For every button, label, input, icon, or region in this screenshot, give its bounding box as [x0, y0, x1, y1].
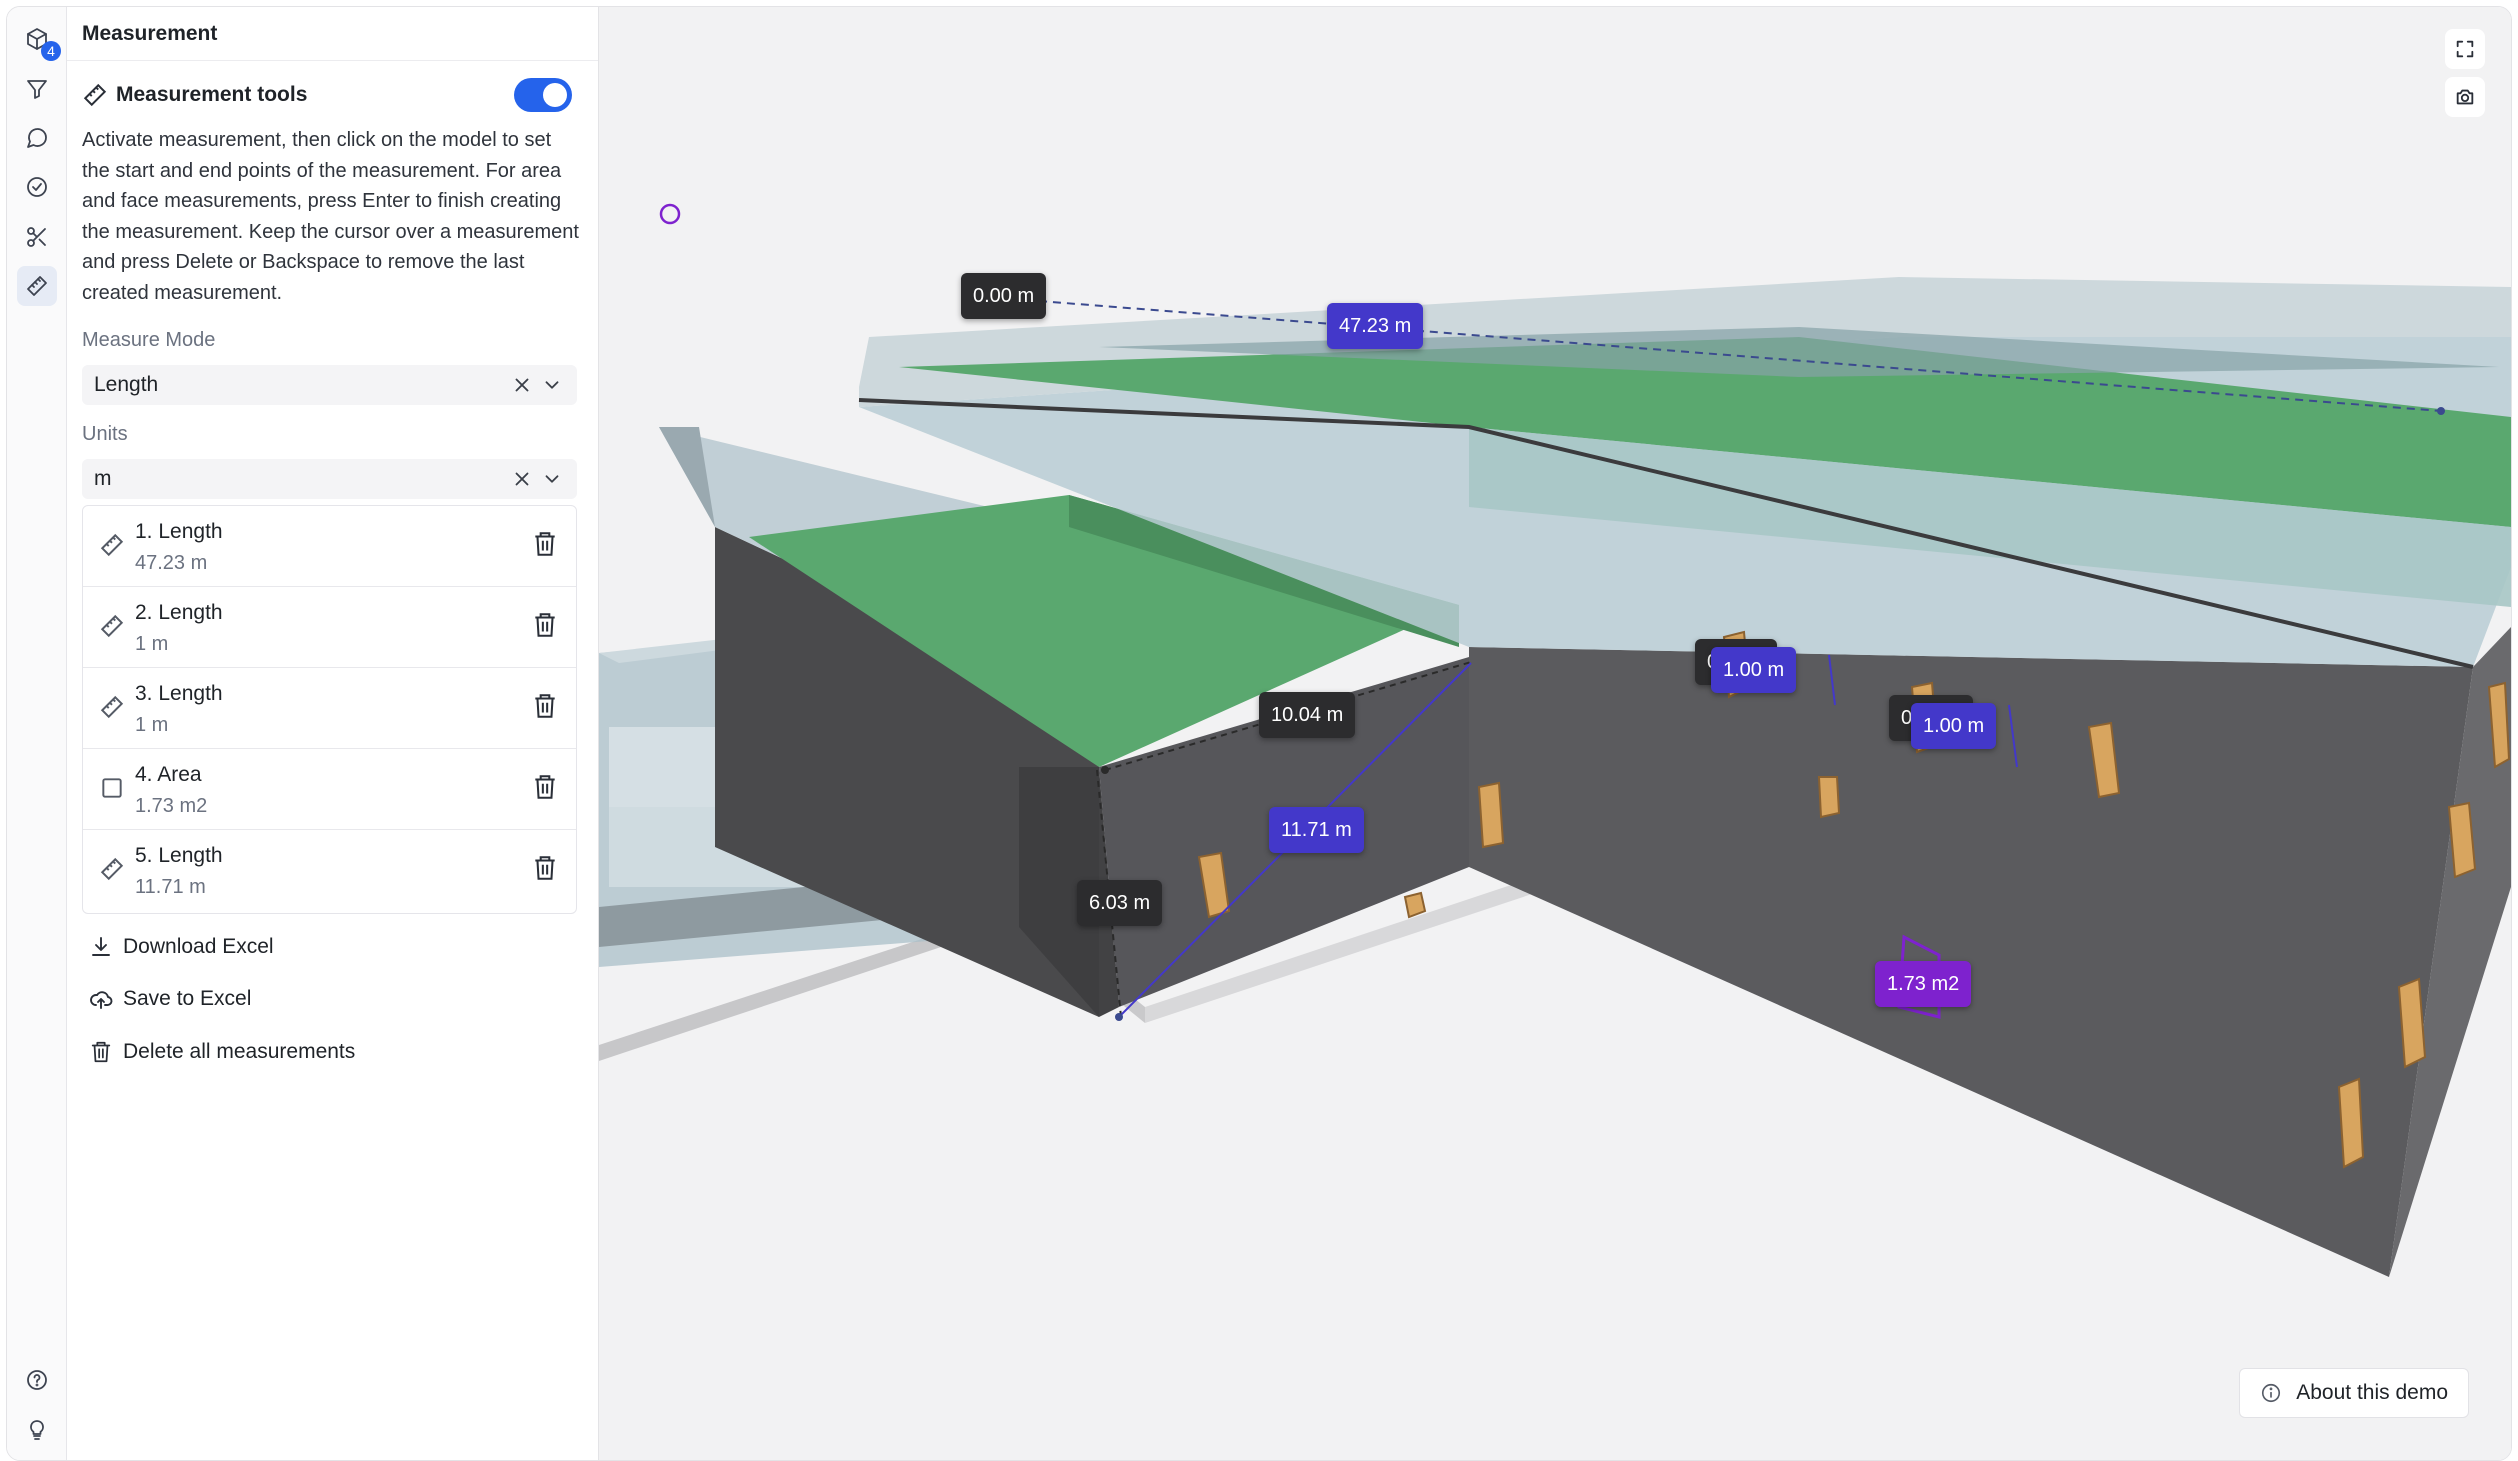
measure-mode-value: Length	[94, 373, 159, 396]
measurement-label-length-1[interactable]: 47.23 m	[1327, 303, 1424, 349]
measure-mode-label: Measure Mode	[82, 329, 216, 351]
download-icon	[92, 937, 110, 956]
chevron-down-icon[interactable]	[541, 374, 563, 396]
ruler-icon	[99, 532, 125, 558]
measurement-panel: Measurement Measurement tools Activate m…	[67, 7, 599, 1460]
units-label: Units	[82, 423, 128, 445]
measurement-name: 3. Length	[135, 682, 223, 705]
units-value: m	[94, 467, 112, 490]
help-button[interactable]	[17, 1360, 57, 1400]
chevron-down-icon[interactable]	[541, 468, 563, 490]
measurement-item-5[interactable]: 5. Length 11.71 m	[83, 830, 576, 910]
download-excel-button[interactable]: Download Excel	[89, 929, 274, 965]
measurement-label-length-3[interactable]: 1.00 m	[1911, 703, 1997, 749]
measurement-item-3[interactable]: 3. Length 1 m	[83, 668, 576, 749]
issues-button[interactable]	[17, 167, 57, 207]
instructions-text: Activate measurement, then click on the …	[82, 129, 579, 304]
info-icon	[2262, 1383, 2281, 1403]
measurement-item-2[interactable]: 2. Length 1 m	[83, 587, 576, 668]
measurement-value: 1 m	[135, 633, 169, 655]
measurement-value: 1 m	[135, 714, 169, 736]
measurement-label-area-4[interactable]: 1.73 m2	[1875, 961, 1972, 1007]
delete-all-button[interactable]: Delete all measurements	[89, 1034, 355, 1070]
model-viewport[interactable]: 0.00 m 47.23 m 10.04 m 11.71 m 6.03 m 0 …	[599, 7, 2511, 1460]
help-icon	[27, 1370, 47, 1390]
lightbulb-icon	[30, 1420, 44, 1440]
scissors-icon	[27, 227, 46, 247]
measurement-name: 4. Area	[135, 763, 202, 786]
measurement-value: 1.73 m2	[135, 795, 208, 817]
tips-button[interactable]	[17, 1410, 57, 1450]
trash-icon[interactable]	[532, 854, 558, 882]
measurement-value: 11.71 m	[135, 876, 206, 898]
fullscreen-icon	[2456, 40, 2474, 58]
ruler-icon	[99, 856, 125, 882]
download-excel-label: Download Excel	[123, 935, 274, 958]
trash-icon[interactable]	[532, 611, 558, 639]
save-to-excel-button[interactable]: Save to Excel	[89, 981, 251, 1017]
measurement-tools-toggle[interactable]	[514, 78, 572, 112]
measurement-label-start[interactable]: 0.00 m	[961, 273, 1047, 319]
measurement-value: 47.23 m	[135, 552, 208, 574]
measure-mode-select[interactable]: Length	[82, 365, 577, 405]
trash-icon	[91, 1041, 111, 1063]
models-button[interactable]: 4	[17, 19, 61, 61]
icon-rail: 4	[7, 7, 67, 1460]
square-icon	[99, 775, 125, 801]
save-to-excel-label: Save to Excel	[123, 987, 252, 1010]
measurement-list: 1. Length 47.23 m 2. Length 1 m 3. Lengt…	[82, 505, 577, 914]
units-select[interactable]: m	[82, 459, 577, 499]
app-window: 4 Measurement Measurement tools Activate…	[6, 6, 2512, 1461]
trash-icon[interactable]	[532, 692, 558, 720]
trash-icon[interactable]	[532, 773, 558, 801]
delete-all-label: Delete all measurements	[123, 1040, 356, 1063]
panel-title: Measurement	[67, 7, 598, 61]
section-button[interactable]	[17, 217, 57, 257]
ruler-icon	[83, 83, 107, 107]
camera-icon	[2456, 89, 2474, 105]
clear-icon[interactable]	[511, 468, 533, 490]
toggle-knob	[543, 83, 567, 107]
clear-icon[interactable]	[511, 374, 533, 396]
cloud-upload-icon	[90, 991, 113, 1009]
fullscreen-button[interactable]	[2445, 29, 2485, 69]
measurement-name: 1. Length	[135, 520, 223, 543]
building-model[interactable]	[599, 7, 2511, 1460]
measurement-label-length-2[interactable]: 1.00 m	[1711, 647, 1797, 693]
measurement-tools-row: Measurement tools	[82, 75, 582, 115]
measurement-label-height[interactable]: 6.03 m	[1077, 880, 1163, 926]
measurement-item-1[interactable]: 1. Length 47.23 m	[83, 506, 576, 587]
measurement-item-4[interactable]: 4. Area 1.73 m2	[83, 749, 576, 830]
measurement-label-length-5[interactable]: 11.71 m	[1269, 807, 1364, 853]
about-demo-button[interactable]: About this demo	[2239, 1368, 2469, 1418]
ruler-icon	[99, 694, 125, 720]
measurement-tools-label: Measurement tools	[116, 83, 308, 106]
about-demo-label: About this demo	[2296, 1381, 2448, 1404]
trash-icon[interactable]	[532, 530, 558, 558]
measurement-button[interactable]	[17, 266, 57, 306]
filter-button[interactable]	[17, 69, 57, 109]
measurement-label-edge[interactable]: 10.04 m	[1259, 692, 1356, 738]
measurement-name: 5. Length	[135, 844, 223, 867]
comments-button[interactable]	[17, 118, 57, 158]
measurement-name: 2. Length	[135, 601, 223, 624]
models-count-badge: 4	[41, 41, 61, 61]
screenshot-button[interactable]	[2445, 77, 2485, 117]
check-circle-icon	[27, 177, 47, 197]
filter-icon	[27, 80, 47, 99]
comments-icon	[27, 128, 47, 148]
ruler-icon	[99, 613, 125, 639]
ruler-icon	[27, 276, 47, 296]
